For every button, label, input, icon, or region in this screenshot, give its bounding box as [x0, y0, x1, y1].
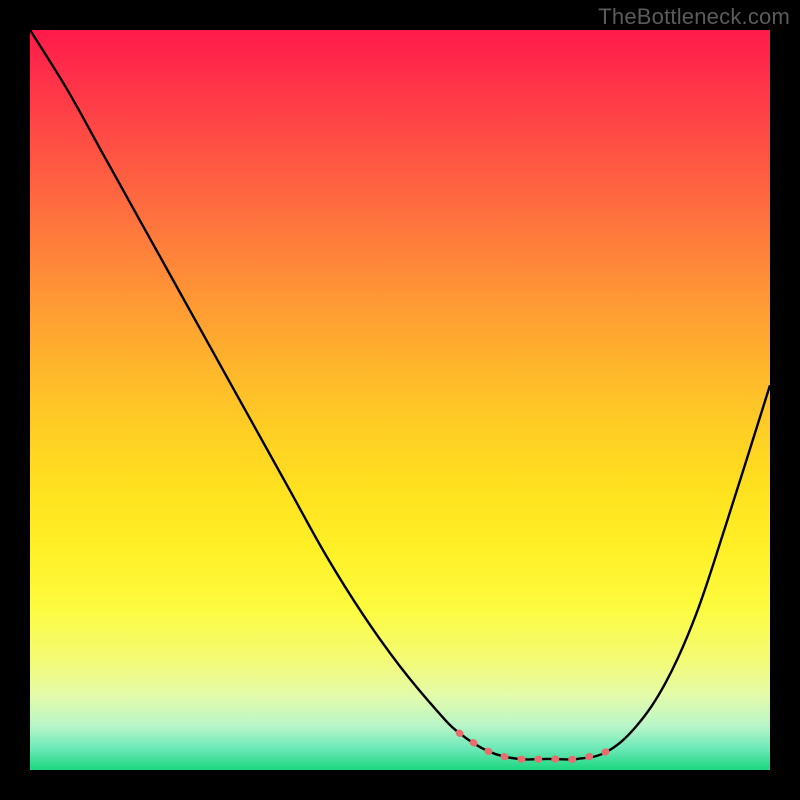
curve-path: [30, 30, 770, 759]
valley-dash-path: [459, 733, 607, 759]
bottleneck-curve: [30, 30, 770, 770]
plot-area: [30, 30, 770, 770]
watermark-text: TheBottleneck.com: [598, 4, 790, 30]
chart-frame: TheBottleneck.com: [0, 0, 800, 800]
